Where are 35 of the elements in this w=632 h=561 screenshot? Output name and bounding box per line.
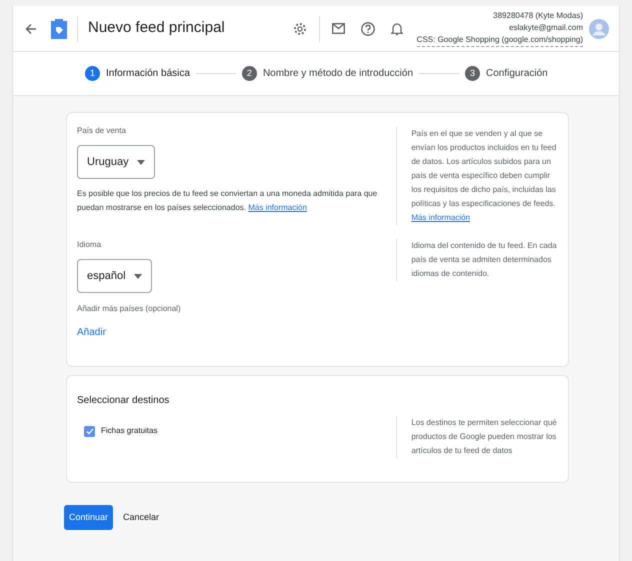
tag-logo-icon (51, 18, 67, 38)
step-label: Configuración (486, 67, 548, 81)
section-title: Seleccionar destinos (77, 394, 170, 408)
account-id: 389280478 (Kyte Modas) (493, 10, 583, 22)
step-label: Nombre y método de introducción (262, 67, 414, 81)
step-label: Información básica (106, 67, 190, 81)
help-icon[interactable] (360, 22, 375, 36)
more-info-link[interactable]: Más información (248, 203, 307, 212)
account-email: eslakyte@gmail.com (509, 22, 583, 34)
settings-icon[interactable] (292, 22, 307, 36)
back-arrow-icon[interactable] (25, 22, 37, 34)
add-link[interactable]: Añadir (77, 325, 106, 340)
dropdown[interactable]: español (77, 259, 152, 293)
cancel-button[interactable]: Cancelar (123, 510, 160, 524)
checkbox-label: Fichas gratuitas (101, 425, 158, 437)
page-title: Nuevo feed principal (88, 18, 225, 38)
help-text: Los destinos te permiten seleccionar qué productos de Google pueden mostrar los artículos de tu feed de datos (411, 417, 558, 457)
more-info-link[interactable]: Más información (411, 213, 470, 222)
step-number: 3 (465, 66, 480, 81)
caret-icon (136, 160, 145, 164)
bell-icon[interactable] (390, 22, 403, 36)
step-number: 2 (242, 66, 257, 81)
field-label: Idioma (77, 239, 102, 251)
dropdown[interactable]: Uruguay (77, 145, 155, 179)
mail-icon[interactable] (332, 23, 345, 34)
field-label: Añadir más países (opcional) (77, 303, 182, 315)
continue-button[interactable]: Continuar (64, 505, 114, 530)
field-label: País de venta (77, 125, 127, 137)
checkbox[interactable] (84, 426, 95, 436)
step-number: 1 (85, 66, 100, 81)
caret-icon (134, 274, 142, 278)
css-link[interactable]: CSS: Google Shopping (google.com/shopping) (416, 34, 583, 47)
price-note: Es posible que los precios de tu feed se conviertan a una moneda admitida para que puedan mostrarse en los países seleccionados. Más información (77, 188, 378, 214)
help-text: Idioma del contenido de tu feed. En cada país de venta se admiten determinados idiomas de contenido. (411, 240, 558, 280)
help-text: País en el que se venden y al que se envían los productos incluidos en tu feed de datos. Los artículos subidos para un país de venta específico deben cumplir los requisitos de dicho país, incluidas las políticas y las especificaciones de feeds. Más información (411, 128, 558, 224)
